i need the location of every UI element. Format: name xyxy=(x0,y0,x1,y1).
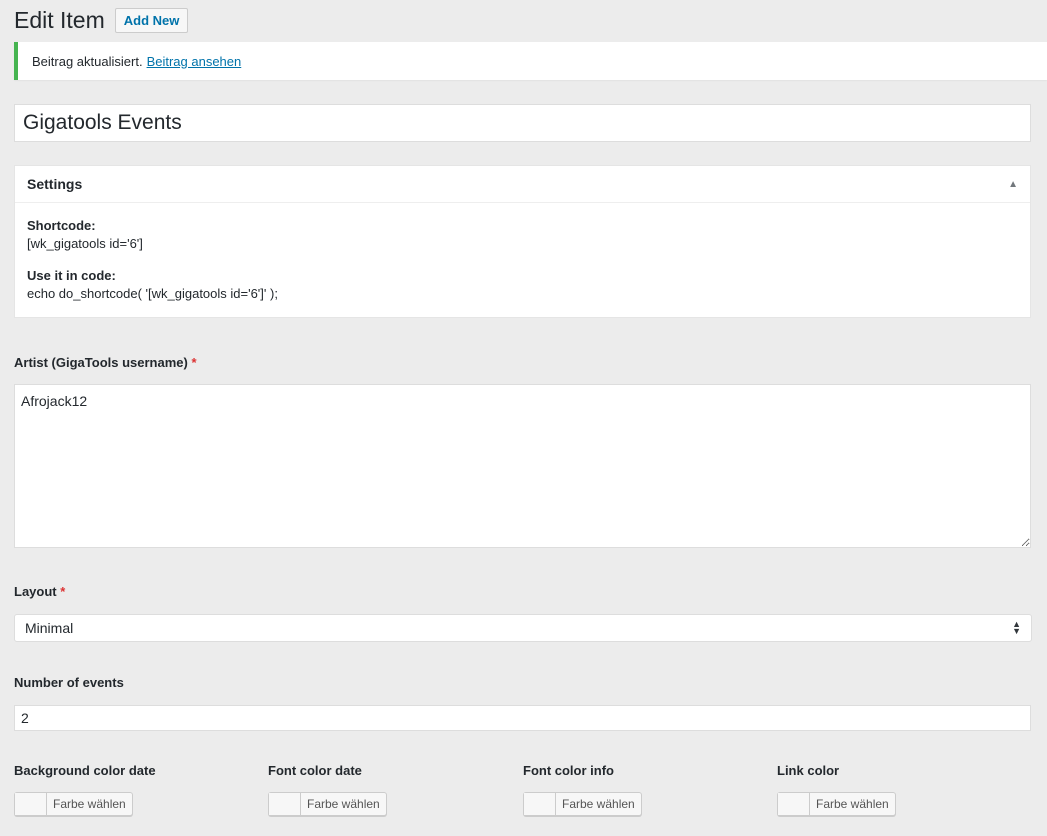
num-events-label: Number of events xyxy=(14,675,124,690)
update-notice: Beitrag aktualisiert. Beitrag ansehen xyxy=(14,42,1047,80)
notice-text: Beitrag aktualisiert. xyxy=(32,53,143,69)
layout-selected-value: Minimal xyxy=(25,620,74,636)
num-events-input[interactable] xyxy=(14,705,1031,731)
settings-box: Settings ▲ Shortcode: [wk_gigatools id='… xyxy=(14,165,1031,318)
required-mark: * xyxy=(60,584,66,599)
artist-label: Artist (GigaTools username) * xyxy=(14,355,197,370)
link-color-label: Link color xyxy=(777,763,840,778)
shortcode-value: [wk_gigatools id='6'] xyxy=(27,236,143,251)
layout-label: Layout * xyxy=(14,584,66,599)
color-swatch[interactable] xyxy=(15,793,47,815)
select-arrows-icon: ▲ ▼ xyxy=(1012,619,1021,636)
collapse-arrow-icon[interactable]: ▲ xyxy=(1008,179,1018,190)
font-color-info-label: Font color info xyxy=(523,763,614,778)
font-color-info-picker[interactable]: Farbe wählen xyxy=(523,792,642,816)
code-value: echo do_shortcode( '[wk_gigatools id='6'… xyxy=(27,286,278,301)
code-label: Use it in code: xyxy=(27,268,116,283)
link-color-picker[interactable]: Farbe wählen xyxy=(777,792,896,816)
view-post-link[interactable]: Beitrag ansehen xyxy=(147,54,242,69)
add-new-button[interactable]: Add New xyxy=(114,7,189,33)
color-swatch[interactable] xyxy=(269,793,301,815)
settings-box-body: Shortcode: [wk_gigatools id='6'] Use it … xyxy=(15,203,1030,317)
shortcode-label: Shortcode: xyxy=(27,218,96,233)
required-mark: * xyxy=(191,355,197,370)
artist-textarea[interactable]: Afrojack12 xyxy=(14,384,1031,548)
page-title: Edit Item xyxy=(14,6,105,33)
choose-color-button[interactable]: Farbe wählen xyxy=(810,793,895,815)
choose-color-button[interactable]: Farbe wählen xyxy=(47,793,132,815)
font-color-date-label: Font color date xyxy=(268,763,362,778)
post-title-input[interactable] xyxy=(14,104,1031,142)
settings-box-title: Settings xyxy=(27,176,83,192)
color-swatch[interactable] xyxy=(524,793,556,815)
color-swatch[interactable] xyxy=(778,793,810,815)
choose-color-button[interactable]: Farbe wählen xyxy=(556,793,641,815)
layout-select[interactable]: Minimal ▲ ▼ xyxy=(14,614,1032,642)
bg-color-date-label: Background color date xyxy=(14,763,156,778)
page-header: Edit Item Add New xyxy=(14,5,189,35)
bg-color-date-picker[interactable]: Farbe wählen xyxy=(14,792,133,816)
choose-color-button[interactable]: Farbe wählen xyxy=(301,793,386,815)
font-color-date-picker[interactable]: Farbe wählen xyxy=(268,792,387,816)
settings-box-header[interactable]: Settings ▲ xyxy=(15,166,1030,203)
